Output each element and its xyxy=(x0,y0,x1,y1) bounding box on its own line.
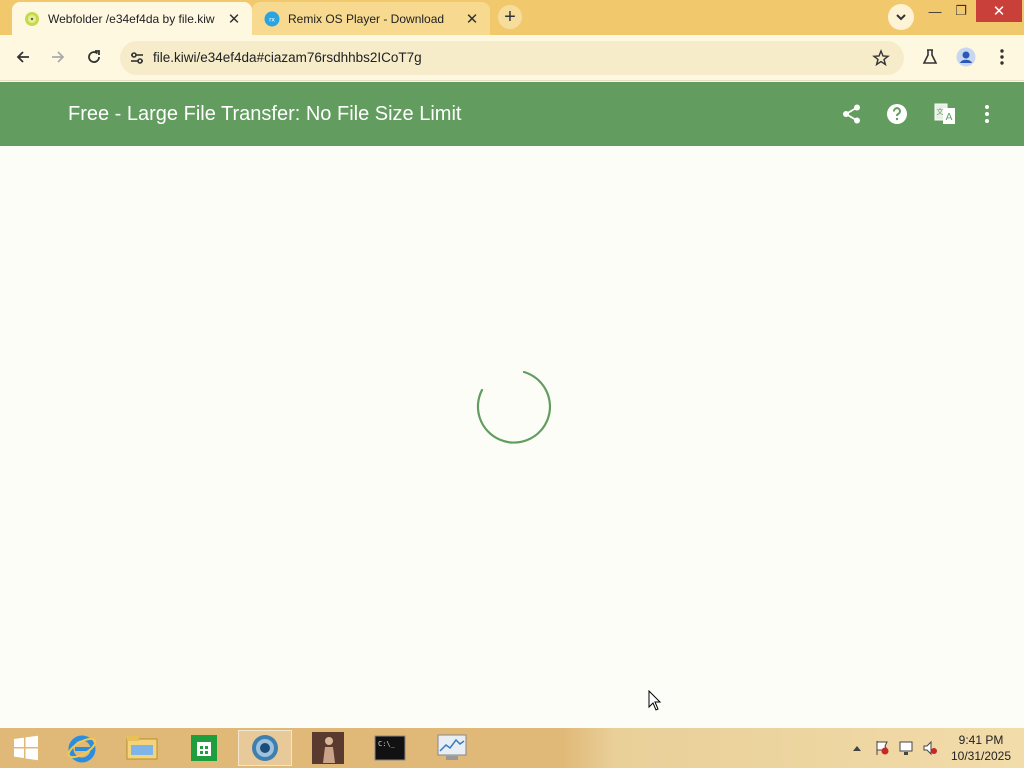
close-window-button[interactable]: ✕ xyxy=(976,0,1022,22)
taskbar-file-explorer[interactable] xyxy=(116,730,168,766)
back-button[interactable] xyxy=(8,42,38,72)
close-tab-icon[interactable]: ✕ xyxy=(462,9,482,29)
arrow-right-icon xyxy=(52,51,65,63)
network-icon xyxy=(899,741,913,755)
restore-button[interactable]: ❐ xyxy=(946,0,976,22)
new-tab-button[interactable]: + xyxy=(498,5,522,29)
tray-network[interactable] xyxy=(896,728,916,768)
share-icon xyxy=(843,104,860,124)
reload-icon xyxy=(88,50,100,63)
loading-spinner xyxy=(476,370,551,444)
help-icon xyxy=(887,104,907,124)
remix-icon: rx xyxy=(264,11,280,26)
bookmark-star-icon[interactable] xyxy=(872,49,890,67)
monitor-chart-icon xyxy=(437,734,467,760)
forward-button[interactable] xyxy=(43,42,73,72)
internet-explorer-icon xyxy=(67,735,97,763)
store-icon xyxy=(191,735,217,761)
tab-title: Webfolder /e34ef4da by file.kiw xyxy=(48,11,215,26)
help-button[interactable] xyxy=(883,100,911,128)
page-title: Free - Large File Transfer: No File Size… xyxy=(68,103,462,125)
command-prompt-icon: C:\_ xyxy=(374,735,406,761)
taskbar-chrome[interactable] xyxy=(238,730,292,766)
site-info-icon[interactable] xyxy=(128,49,146,67)
url-text: file.kiwi/e34ef4da#ciazam76rsdhhbs2ICoT7… xyxy=(153,50,422,65)
share-button[interactable] xyxy=(838,100,866,128)
taskbar-media-app[interactable] xyxy=(300,730,356,766)
clock-date: 10/31/2025 xyxy=(950,749,1012,763)
tab-search-button[interactable] xyxy=(888,4,914,30)
svg-text:文: 文 xyxy=(937,107,944,116)
tray-action-center[interactable] xyxy=(872,728,892,768)
app-menu-button[interactable] xyxy=(973,100,1001,128)
chevron-up-icon xyxy=(853,746,861,751)
windows-logo-icon xyxy=(14,735,38,761)
tab-remix-os[interactable]: rx Remix OS Player - Download ✕ xyxy=(252,2,490,35)
svg-text:C:\_: C:\_ xyxy=(378,740,396,748)
tab-title: Remix OS Player - Download xyxy=(288,11,445,26)
taskbar-store[interactable] xyxy=(178,730,230,766)
folder-icon xyxy=(126,736,158,760)
avatar-icon xyxy=(956,47,976,67)
more-vert-icon xyxy=(1000,49,1004,65)
taskbar-clock[interactable]: 9:41 PM 10/31/2025 xyxy=(946,732,1016,764)
profile-button[interactable] xyxy=(951,42,981,72)
address-bar[interactable]: file.kiwi/e34ef4da#ciazam76rsdhhbs2ICoT7… xyxy=(120,41,904,75)
start-button[interactable] xyxy=(4,730,48,766)
mouse-cursor-icon xyxy=(648,690,662,711)
minimize-icon: — xyxy=(928,3,942,19)
media-app-icon xyxy=(312,732,344,764)
clock-time: 9:41 PM xyxy=(958,733,1004,747)
tab-strip: Webfolder /e34ef4da by file.kiw ✕ rx Rem… xyxy=(0,0,1024,35)
close-icon: ✕ xyxy=(992,3,1006,20)
close-tab-icon[interactable]: ✕ xyxy=(224,9,244,29)
tray-overflow-button[interactable] xyxy=(850,728,864,768)
volume-muted-icon xyxy=(923,740,937,756)
plus-icon: + xyxy=(504,5,516,28)
svg-text:A: A xyxy=(946,112,953,123)
chrome-icon xyxy=(252,735,278,761)
flask-icon xyxy=(922,49,938,64)
browser-toolbar: file.kiwi/e34ef4da#ciazam76rsdhhbs2ICoT7… xyxy=(0,35,1024,81)
more-vert-icon xyxy=(985,105,989,123)
tab-webfolder[interactable]: Webfolder /e34ef4da by file.kiw ✕ xyxy=(12,2,252,35)
reload-button[interactable] xyxy=(79,42,109,72)
restore-icon: ❐ xyxy=(955,3,967,18)
kiwi-icon xyxy=(25,11,39,26)
translate-icon: A 文 xyxy=(934,103,955,124)
labs-button[interactable] xyxy=(915,42,945,72)
taskbar: C:\_ 9:41 PM 10/31/2025 xyxy=(0,728,1024,768)
arrow-left-icon xyxy=(16,51,29,63)
svg-text:rx: rx xyxy=(269,16,275,23)
flag-icon xyxy=(876,741,889,755)
chevron-down-icon xyxy=(896,14,906,21)
app-bar: Free - Large File Transfer: No File Size… xyxy=(0,82,1024,146)
taskbar-internet-explorer[interactable] xyxy=(56,730,108,766)
translate-button[interactable]: A 文 xyxy=(931,100,959,128)
taskbar-resource-monitor[interactable] xyxy=(424,730,480,766)
tray-volume[interactable] xyxy=(920,728,940,768)
browser-menu-button[interactable] xyxy=(987,42,1017,72)
taskbar-command-prompt[interactable]: C:\_ xyxy=(362,730,418,766)
